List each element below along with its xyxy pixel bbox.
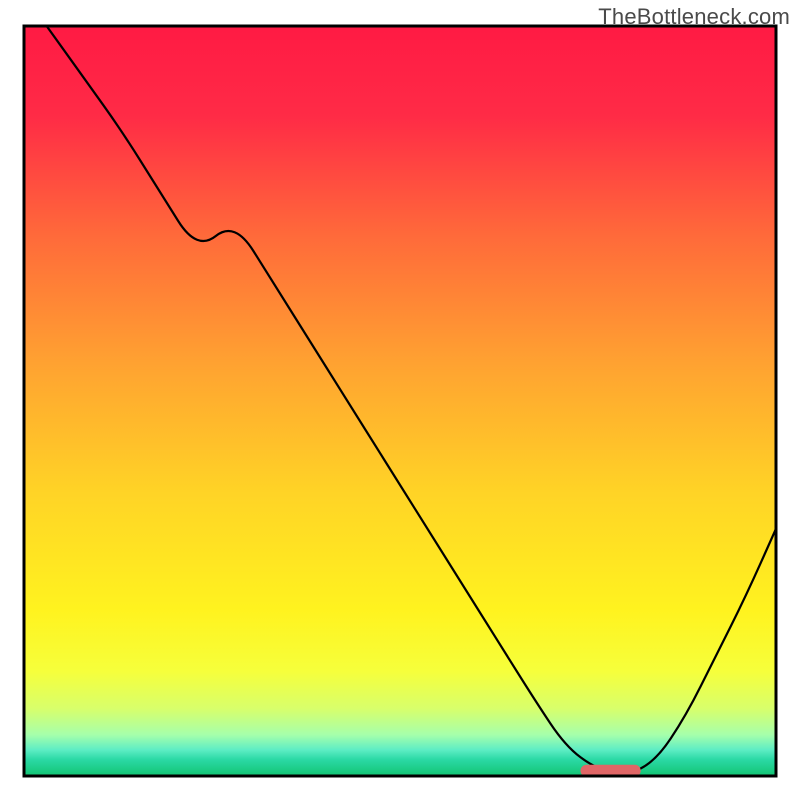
watermark-text: TheBottleneck.com (598, 4, 790, 30)
bottleneck-chart: TheBottleneck.com (0, 0, 800, 800)
gradient-background (24, 26, 776, 776)
chart-svg (0, 0, 800, 800)
